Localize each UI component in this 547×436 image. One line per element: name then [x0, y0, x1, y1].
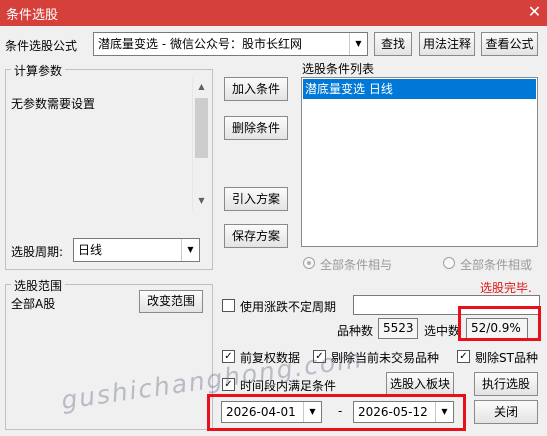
radio-dot — [307, 261, 311, 265]
chevron-down-icon[interactable]: ▼ — [349, 33, 367, 55]
no-params-text: 无参数需要设置 — [11, 97, 96, 111]
scrollbar-thumb[interactable] — [195, 98, 208, 158]
chevron-down-icon[interactable]: ▼ — [435, 402, 453, 422]
variable-period-label: 使用涨跌不定周期 — [240, 300, 337, 314]
execute-button[interactable]: 执行选股 — [474, 372, 538, 396]
period-select[interactable]: 日线 ▼ — [73, 238, 200, 262]
view-formula-button[interactable]: 查看公式 — [481, 32, 538, 56]
range-scope-text: 全部A股 — [11, 297, 56, 311]
title-bar: 条件选股 ✕ — [0, 0, 547, 26]
formula-select-value: 潜底量变选 - 微信公众号：股市长红网 — [98, 37, 302, 51]
params-group-label: 计算参数 — [11, 62, 66, 79]
exclude-untraded-label: 剔除当前未交易品种 — [331, 351, 440, 365]
usage-notes-button[interactable]: 用法注释 — [419, 32, 475, 56]
selected-count-label: 选中数 — [424, 324, 461, 338]
end-date-value: 2026-05-12 — [358, 405, 428, 419]
close-icon[interactable]: ✕ — [522, 0, 547, 26]
list-item[interactable]: 潜底量变选 日线 — [303, 79, 536, 99]
scroll-up-icon[interactable]: ▲ — [194, 82, 209, 94]
end-date-picker[interactable]: 2026-05-12 ▼ — [353, 401, 454, 423]
formula-label: 条件选股公式 — [5, 39, 78, 53]
chevron-down-icon[interactable]: ▼ — [303, 402, 321, 422]
delete-condition-button[interactable]: 删除条件 — [224, 116, 288, 140]
save-scheme-button[interactable]: 保存方案 — [224, 224, 288, 248]
highlight-box — [458, 306, 541, 341]
conditions-list[interactable]: 潜底量变选 日线 — [301, 77, 538, 247]
time-range-label: 时间段内满足条件 — [240, 379, 337, 393]
variable-period-checkbox[interactable] — [222, 299, 235, 312]
exclude-untraded-checkbox[interactable]: ✓ — [313, 350, 326, 363]
status-done-text: 选股完毕. — [480, 281, 532, 295]
scroll-down-icon[interactable]: ▼ — [194, 196, 209, 208]
params-scrollbar[interactable]: ▲ ▼ — [192, 78, 209, 210]
all-or-label: 全部条件相或 — [460, 258, 533, 272]
adjust-checkbox[interactable]: ✓ — [222, 350, 235, 363]
change-range-button[interactable]: 改变范围 — [139, 290, 203, 313]
add-condition-button[interactable]: 加入条件 — [224, 77, 288, 101]
period-label: 选股周期: — [11, 245, 64, 259]
range-group-label: 选股范围 — [11, 277, 66, 294]
adjust-label: 前复权数据 — [240, 351, 301, 365]
variety-count-label: 品种数 — [337, 324, 374, 338]
all-and-radio[interactable] — [303, 257, 315, 269]
start-date-value: 2026-04-01 — [226, 405, 296, 419]
date-separator: - — [338, 404, 343, 418]
import-scheme-button[interactable]: 引入方案 — [224, 187, 288, 211]
window-title: 条件选股 — [6, 8, 59, 23]
exclude-st-checkbox[interactable]: ✓ — [457, 350, 470, 363]
conditions-group-label: 选股条件列表 — [302, 62, 375, 76]
variety-count-field: 5523 — [378, 318, 418, 339]
time-range-checkbox[interactable]: ✓ — [222, 378, 235, 391]
find-button[interactable]: 查找 — [374, 32, 412, 56]
formula-select[interactable]: 潜底量变选 - 微信公众号：股市长红网 ▼ — [93, 32, 368, 56]
start-date-picker[interactable]: 2026-04-01 ▼ — [221, 401, 322, 423]
add-to-block-button[interactable]: 选股入板块 — [386, 372, 454, 396]
all-and-label: 全部条件相与 — [320, 258, 393, 272]
all-or-radio[interactable] — [443, 257, 455, 269]
exclude-st-label: 剔除ST品种 — [475, 351, 538, 365]
close-button[interactable]: 关闭 — [474, 400, 538, 424]
chevron-down-icon[interactable]: ▼ — [181, 239, 199, 261]
period-select-value: 日线 — [78, 243, 103, 257]
